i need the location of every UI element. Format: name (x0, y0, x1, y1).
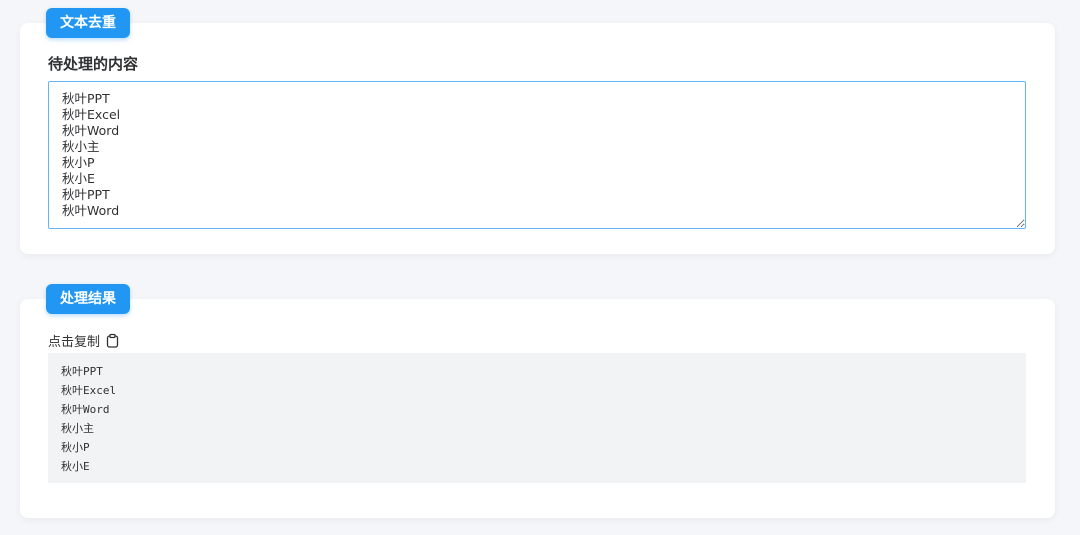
dedupe-input-card: 文本去重 待处理的内容 秋叶PPT 秋叶Excel 秋叶Word 秋小主 秋小P… (20, 8, 1055, 254)
result-output: 秋叶PPT 秋叶Excel 秋叶Word 秋小主秋小P 秋小E (48, 353, 1026, 483)
input-textarea[interactable]: 秋叶PPT 秋叶Excel 秋叶Word 秋小主 秋小P 秋小E 秋叶PPT 秋… (48, 81, 1026, 229)
result-line: 秋叶PPT (61, 365, 103, 378)
result-line: 秋叶Excel (61, 384, 117, 397)
clipboard-icon[interactable] (105, 333, 120, 348)
result-line: 秋小E (61, 460, 90, 473)
input-label: 待处理的内容 (48, 55, 139, 73)
copy-label: 点击复制 (48, 334, 101, 350)
section-badge-result: 处理结果 (46, 284, 130, 314)
result-line: 秋小P (61, 441, 90, 454)
copy-button[interactable]: 点击复制 (48, 331, 120, 350)
result-card: 处理结果 点击复制 秋叶PPT 秋叶Excel 秋叶Word 秋小主秋小P 秋小E (20, 284, 1055, 518)
section-badge-dedupe: 文本去重 (46, 8, 130, 38)
result-line: 秋叶Word (61, 403, 110, 416)
result-line: 秋小主 (61, 422, 94, 435)
